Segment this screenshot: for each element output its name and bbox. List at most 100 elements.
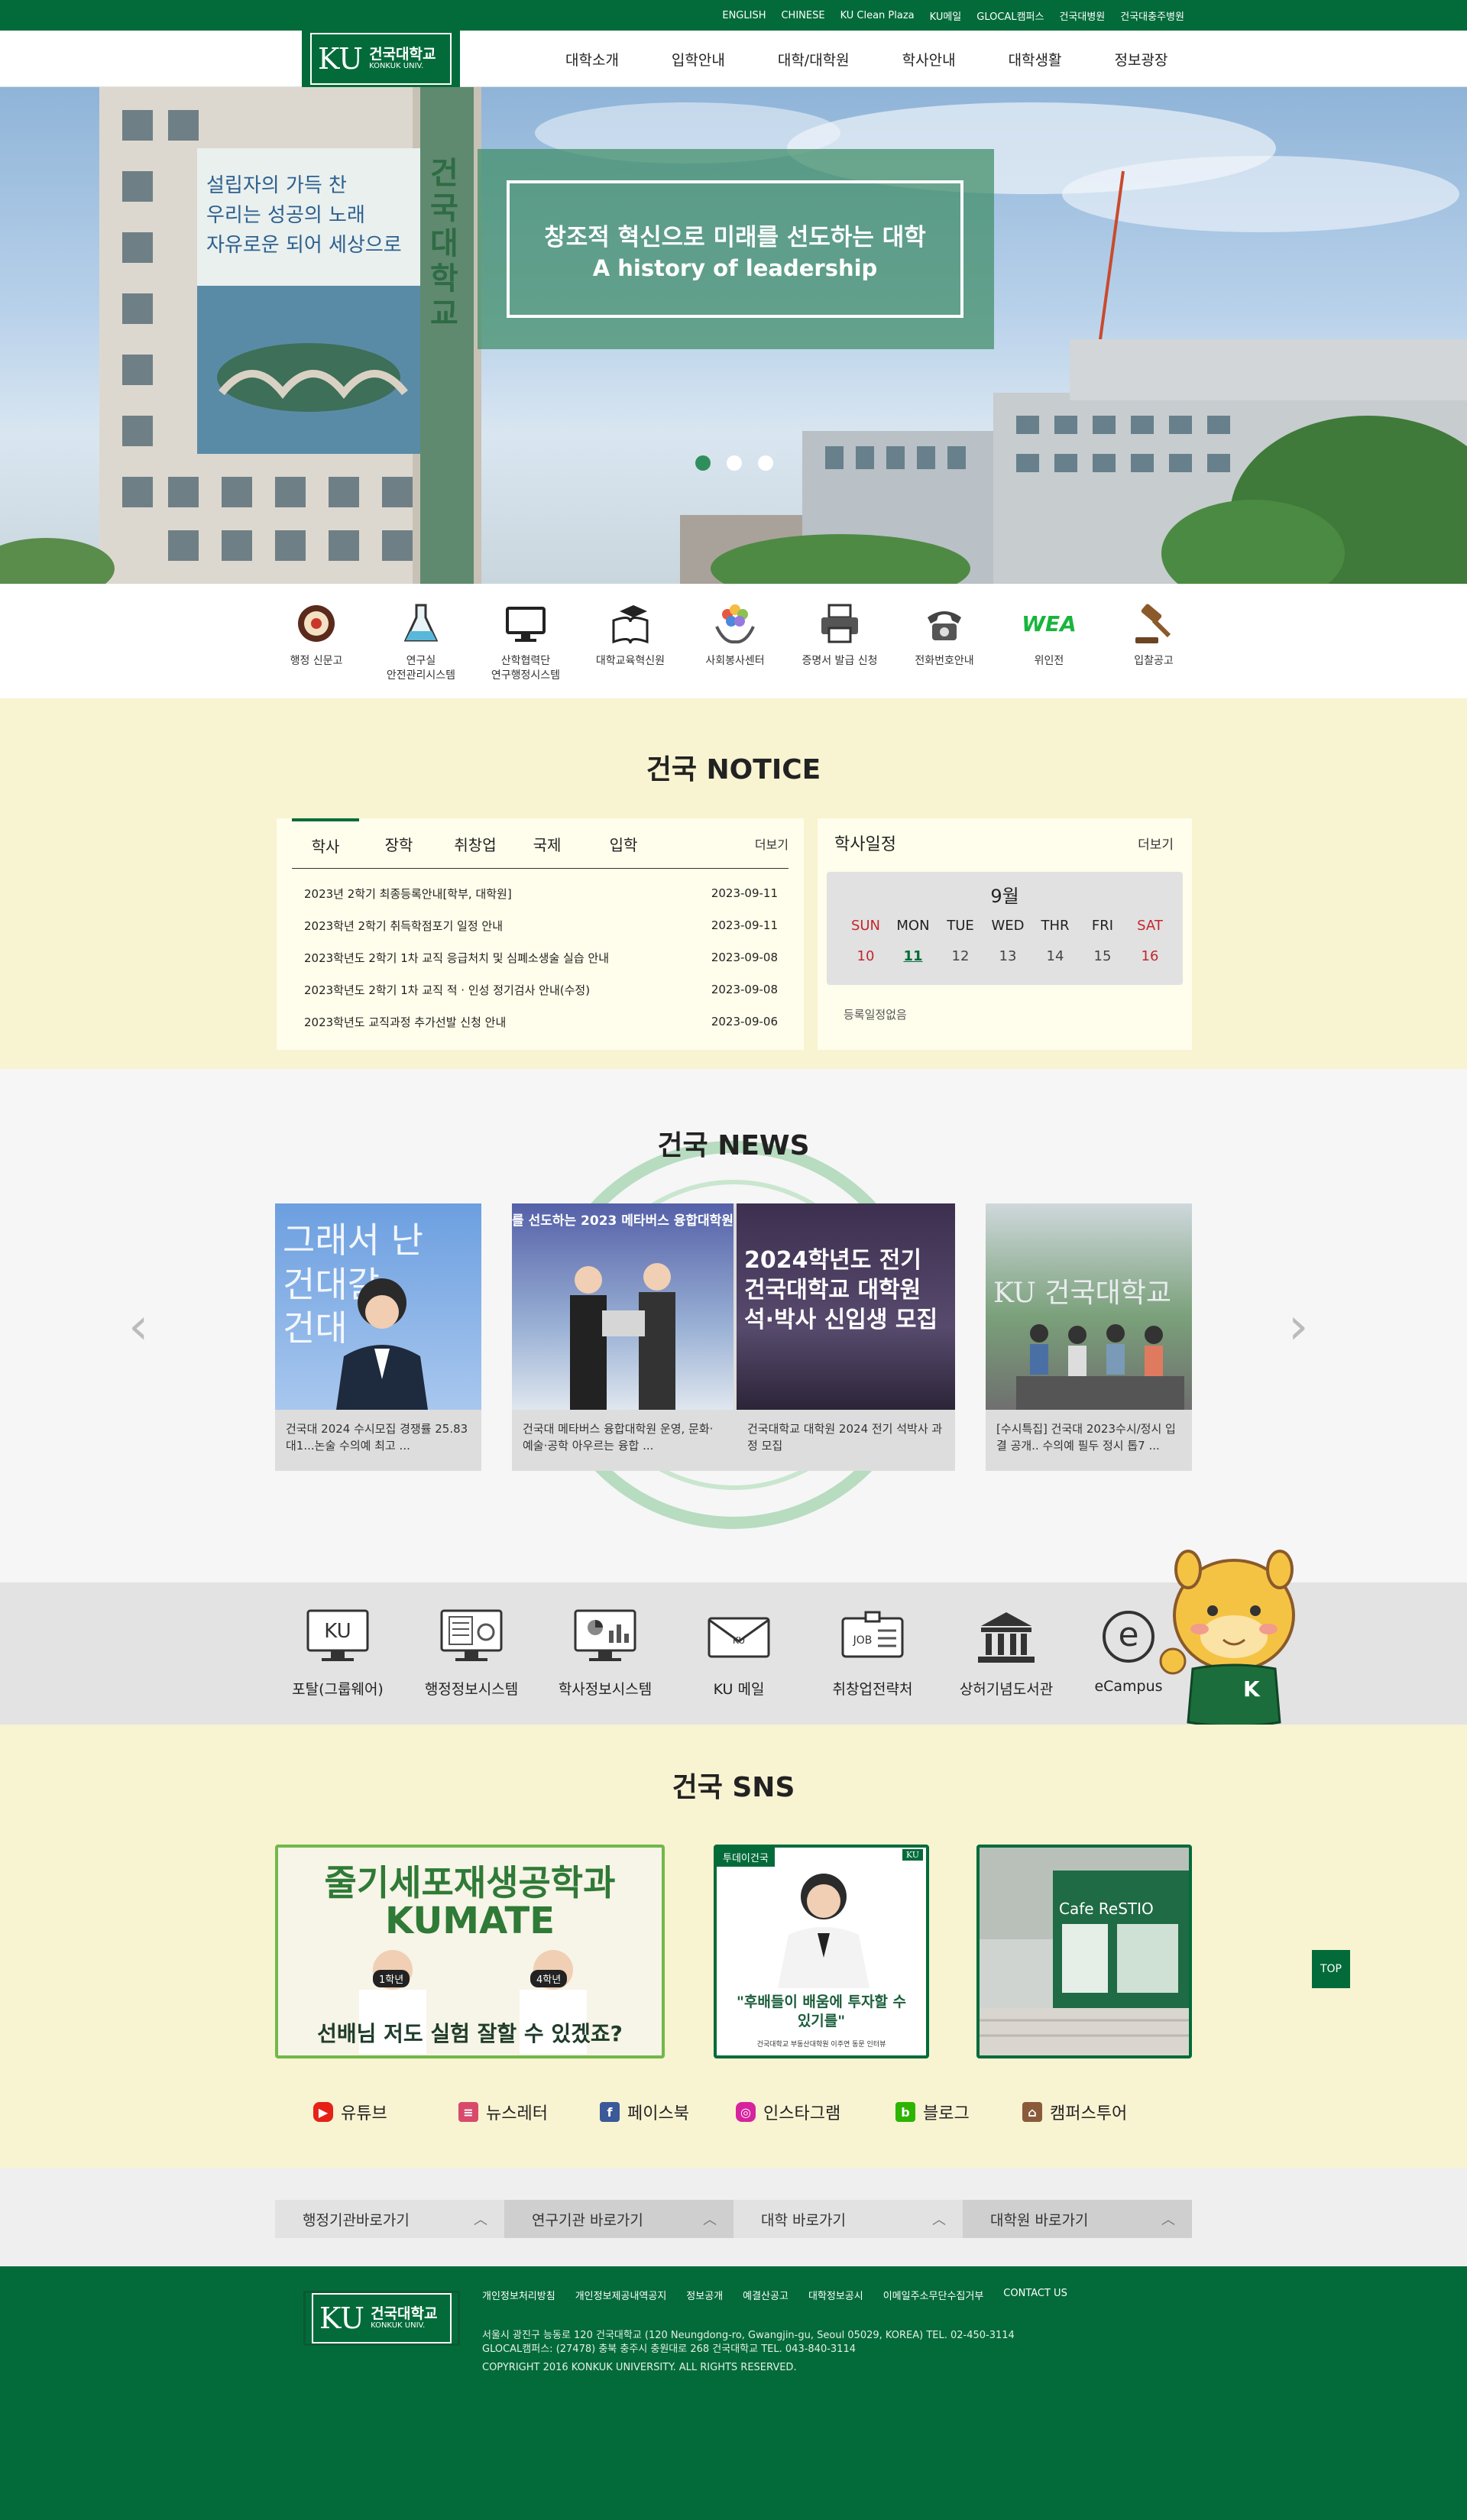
nav-about[interactable]: 대학소개 bbox=[565, 49, 619, 70]
calendar-day[interactable]: 12 bbox=[937, 948, 984, 964]
utility-link-english[interactable]: ENGLISH bbox=[722, 10, 766, 21]
quick-link-label: 전화번호안내 bbox=[915, 655, 974, 667]
scroll-top-button[interactable]: TOP bbox=[1312, 1950, 1350, 1988]
utility-link-clean-plaza[interactable]: KU Clean Plaza bbox=[840, 10, 915, 21]
utility-link-glocal[interactable]: GLOCAL캠퍼스 bbox=[976, 8, 1044, 23]
tab-career[interactable]: 취창업 bbox=[442, 818, 509, 869]
hero-building-sign: 건국대학교 bbox=[430, 156, 458, 332]
hero-pagination bbox=[695, 455, 773, 471]
utility-link-ku-mail[interactable]: KU메일 bbox=[930, 8, 962, 23]
quick-link-wea[interactable]: WEA 위인전 bbox=[999, 599, 1099, 669]
utility-link-chinese[interactable]: CHINESE bbox=[781, 10, 824, 21]
footer-link-email-refusal[interactable]: 이메일주소무단수집거부 bbox=[883, 2288, 984, 2302]
tab-international[interactable]: 국제 bbox=[513, 818, 581, 869]
calendar-day[interactable]: 16 bbox=[1126, 948, 1174, 964]
quick-link-lab-safety[interactable]: 연구실 안전관리시스템 bbox=[371, 599, 471, 683]
site-logo[interactable]: KU 건국대학교 KONKUK UNIV. bbox=[302, 31, 460, 87]
nav-admission[interactable]: 입학안내 bbox=[672, 49, 725, 70]
news-next-arrow-icon[interactable]: › bbox=[1288, 1297, 1308, 1356]
calendar-day[interactable]: 15 bbox=[1079, 948, 1126, 964]
system-link-portal[interactable]: KU 포탈(그룹웨어) bbox=[273, 1606, 403, 1699]
tab-academic[interactable]: 학사 bbox=[292, 818, 359, 869]
nav-info[interactable]: 정보광장 bbox=[1115, 49, 1168, 70]
news-card-image: KU 건국대학교 bbox=[986, 1203, 1192, 1410]
sns-link-label: 캠퍼스투어 bbox=[1050, 2104, 1128, 2123]
sns-post-quote: "후배들이 배움에 투자할 수 있기를" bbox=[736, 1994, 907, 2029]
system-link-mail[interactable]: KU KU 메일 bbox=[674, 1606, 804, 1699]
tab-admission[interactable]: 입학 bbox=[590, 818, 657, 869]
system-link-library[interactable]: 상허기념도서관 bbox=[941, 1606, 1071, 1699]
notice-item-date: 2023-09-11 bbox=[711, 918, 778, 932]
calendar-day[interactable]: 13 bbox=[984, 948, 1031, 964]
calendar-empty-text: 등록일정없음 bbox=[844, 1008, 907, 1022]
sns-link-blog[interactable]: b 블로그 bbox=[895, 2097, 970, 2126]
quick-link-research-admin[interactable]: 산학협력단 연구행정시스템 bbox=[476, 599, 575, 683]
calendar-day[interactable]: 14 bbox=[1031, 948, 1079, 964]
sns-post-cafe[interactable]: Cafe ReSTIO bbox=[976, 1845, 1192, 2058]
notice-item[interactable]: 2023학년도 2학기 1차 교직 적 · 인성 정기검사 안내(수정) 202… bbox=[304, 973, 778, 1006]
calendar-more-link[interactable]: 더보기 bbox=[1138, 834, 1174, 853]
news-card[interactable]: KU 건국대학교 [수시특집] 건국대 2023수시/정시 입결 공개.. 수의… bbox=[986, 1203, 1192, 1471]
sns-link-campus-tour[interactable]: ⌂ 캠퍼스투어 bbox=[1022, 2097, 1127, 2126]
footer-logo[interactable]: KU 건국대학교 KONKUK UNIV. bbox=[303, 2291, 460, 2346]
notice-more-link[interactable]: 더보기 bbox=[755, 818, 789, 869]
calendar-day-today[interactable]: 11 bbox=[889, 948, 937, 964]
gavel-icon bbox=[1129, 599, 1178, 648]
nav-campus-life[interactable]: 대학생활 bbox=[1009, 49, 1062, 70]
footer-link-privacy[interactable]: 개인정보처리방침 bbox=[482, 2288, 555, 2302]
sns-post-video[interactable]: 줄기세포재생공학과 KUMATE 1학년 4학년 선배님 저도 실험 잘할 수 … bbox=[275, 1845, 665, 2058]
notice-item[interactable]: 2023학년도 2학기 1차 교직 응급처치 및 심폐소생술 실습 안내 202… bbox=[304, 941, 778, 973]
news-card[interactable]: 그래서 난 건대갈 건대 건국대 2024 수시모집 경쟁률 25.83대1..… bbox=[275, 1203, 481, 1471]
notice-item[interactable]: 2023학년 2학기 취득학점포기 일정 안내 2023-09-11 bbox=[304, 909, 778, 941]
system-link-academic[interactable]: 학사정보시스템 bbox=[540, 1606, 670, 1699]
footer-link-univ-info[interactable]: 대학정보공시 bbox=[808, 2288, 863, 2302]
sns-link-facebook[interactable]: f 페이스북 bbox=[600, 2097, 689, 2126]
quick-link-label: 산학협력단 연구행정시스템 bbox=[491, 655, 561, 682]
footer-link-info-disclosure[interactable]: 정보공개 bbox=[686, 2288, 723, 2302]
hero-dot-3[interactable] bbox=[758, 455, 773, 471]
quick-link-petition[interactable]: 행정 신문고 bbox=[267, 599, 366, 669]
sns-post-caption: 선배님 저도 실험 잘할 수 있겠죠? bbox=[317, 2021, 623, 2046]
system-link-admin[interactable]: 행정정보시스템 bbox=[406, 1606, 536, 1699]
quick-link-education-innovation[interactable]: 대학교육혁신원 bbox=[581, 599, 680, 669]
calendar-day[interactable]: 10 bbox=[842, 948, 889, 964]
hero-dot-1[interactable] bbox=[695, 455, 711, 471]
family-site-research-select[interactable]: 연구기관 바로가기 ︿ bbox=[504, 2200, 734, 2238]
logo-name-ko: 건국대학교 bbox=[369, 45, 436, 63]
nav-academics[interactable]: 학사안내 bbox=[902, 49, 956, 70]
logo-mark: KU bbox=[318, 42, 364, 76]
news-card-double[interactable]: 를 선도하는 2023 메타버스 융합대학원 2024학년도 전기 건국대학교 … bbox=[512, 1203, 955, 1471]
utility-link-hospital[interactable]: 건국대병원 bbox=[1059, 8, 1105, 23]
weekday-thu: THR bbox=[1041, 918, 1070, 934]
quick-link-label: 위인전 bbox=[1034, 655, 1064, 667]
footer-link-privacy-disclosure[interactable]: 개인정보제공내역공지 bbox=[575, 2288, 667, 2302]
nav-colleges[interactable]: 대학/대학원 bbox=[778, 49, 850, 70]
footer-link-budget[interactable]: 예결산공고 bbox=[743, 2288, 789, 2302]
quick-link-volunteer[interactable]: 사회봉사센터 bbox=[685, 599, 785, 669]
news-prev-arrow-icon[interactable]: ‹ bbox=[128, 1297, 148, 1356]
family-site-admin-select[interactable]: 행정기관바로가기 ︿ bbox=[275, 2200, 504, 2238]
quick-link-phone[interactable]: 전화번호안내 bbox=[895, 599, 994, 669]
quick-link-certificate[interactable]: 증명서 발급 신청 bbox=[790, 599, 889, 669]
family-site-college-select[interactable]: 대학 바로가기 ︿ bbox=[734, 2200, 963, 2238]
footer-link-contact[interactable]: CONTACT US bbox=[1003, 2288, 1067, 2302]
weekday-sun: SUN bbox=[850, 918, 881, 934]
sns-link-newsletter[interactable]: ≡ 뉴스레터 bbox=[458, 2097, 548, 2126]
utility-link-chungju-hospital[interactable]: 건국대충주병원 bbox=[1120, 8, 1184, 23]
sns-post-interview[interactable]: 투데이건국 KU "후배들이 배움에 투자할 수 있기를" 건국대학교 부동산대… bbox=[714, 1845, 929, 2058]
hero-dot-2[interactable] bbox=[727, 455, 742, 471]
family-site-graduate-select[interactable]: 대학원 바로가기 ︿ bbox=[963, 2200, 1192, 2238]
facebook-icon: f bbox=[600, 2102, 620, 2122]
system-link-label: eCampus bbox=[1094, 1678, 1163, 1695]
quick-link-label: 증명서 발급 신청 bbox=[802, 655, 878, 667]
sns-link-instagram[interactable]: ◎ 인스타그램 bbox=[736, 2097, 840, 2126]
notice-item[interactable]: 2023년 2학기 최종등록안내[학부, 대학원] 2023-09-11 bbox=[304, 877, 778, 909]
sns-link-label: 페이스북 bbox=[627, 2104, 689, 2123]
tab-scholarship[interactable]: 장학 bbox=[365, 818, 432, 869]
notice-item[interactable]: 2023학년도 교직과정 추가선발 신청 안내 2023-09-06 bbox=[304, 1006, 778, 1038]
sns-link-label: 인스타그램 bbox=[763, 2104, 841, 2123]
sns-link-youtube[interactable]: ▶ 유튜브 bbox=[313, 2097, 387, 2126]
site-footer bbox=[0, 2266, 1467, 2520]
quick-link-bid[interactable]: 입찰공고 bbox=[1104, 599, 1203, 669]
system-link-career[interactable]: JOB 취창업전략처 bbox=[808, 1606, 938, 1699]
